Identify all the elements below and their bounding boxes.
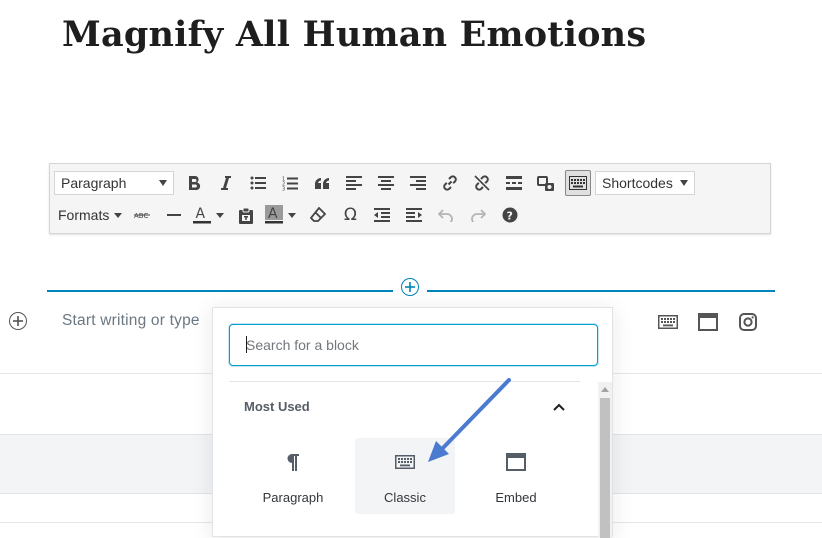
formats-menu[interactable]: Formats [54,200,126,230]
scroll-up-arrow-icon[interactable] [601,387,609,392]
text-cursor [246,336,247,353]
bold-icon[interactable] [178,168,210,198]
remove-link-icon[interactable] [466,168,498,198]
numbered-list-icon[interactable]: 123 [274,168,306,198]
shortcodes-select[interactable]: Shortcodes [595,171,695,195]
svg-text:3: 3 [282,186,285,191]
outdent-icon[interactable] [366,200,398,230]
scrollbar[interactable] [598,382,612,538]
toolbar-row-1: Paragraph 123 Shortcodes [54,168,695,198]
scrollbar-thumb[interactable] [600,398,610,538]
special-character-icon[interactable]: Ω [334,200,366,230]
chevron-down-icon[interactable] [216,212,225,218]
strikethrough-icon[interactable]: ABC [126,200,158,230]
add-block-plus-icon[interactable] [9,312,27,330]
chevron-down-icon [680,180,688,186]
shortcodes-value: Shortcodes [602,175,673,191]
embed-icon [506,451,526,473]
instagram-block-shortcut-icon[interactable] [737,311,759,333]
undo-icon[interactable] [430,200,462,230]
text-color-icon[interactable]: A [190,200,214,230]
block-item-label: Paragraph [262,490,324,505]
read-more-icon[interactable] [498,168,530,198]
most-used-panel-title[interactable]: Most Used [244,399,310,414]
panel-divider [229,381,580,382]
blockquote-icon[interactable] [306,168,338,198]
post-title[interactable]: Magnify All Human Emotions [62,14,646,55]
chevron-down-icon [114,212,123,218]
block-item-label: Classic [384,490,426,505]
align-left-icon[interactable] [338,168,370,198]
insert-link-icon[interactable] [434,168,466,198]
paragraph-format-select[interactable]: Paragraph [54,171,174,195]
horizontal-line-icon[interactable] [158,200,190,230]
help-icon[interactable]: ? [494,200,526,230]
block-item-embed[interactable]: Embed [466,438,566,514]
chevron-down-icon[interactable] [288,212,297,218]
insert-media-icon[interactable] [530,168,562,198]
redo-icon[interactable] [462,200,494,230]
embed-block-shortcut-icon[interactable] [697,311,719,333]
italic-icon[interactable] [210,168,242,198]
indent-icon[interactable] [398,200,430,230]
bullet-list-icon[interactable] [242,168,274,198]
insertion-point-line [47,290,393,292]
paragraph-format-value: Paragraph [61,175,127,191]
insertion-point-line [427,290,775,292]
chevron-down-icon [159,180,167,186]
insert-block-plus-icon[interactable] [401,278,419,296]
align-center-icon[interactable] [370,168,402,198]
toolbar-toggle-icon[interactable] [565,170,591,196]
block-item-classic[interactable]: Classic [355,438,455,514]
formats-menu-label: Formats [58,207,110,223]
svg-text:A: A [196,206,206,222]
background-color-icon[interactable]: A [262,200,286,230]
align-right-icon[interactable] [402,168,434,198]
paragraph-icon [286,451,300,473]
chevron-up-icon[interactable] [549,397,569,417]
block-item-paragraph[interactable]: Paragraph [243,438,343,514]
keyboard-icon [395,451,415,473]
classic-block-shortcut-icon[interactable] [657,311,679,333]
default-block-placeholder[interactable]: Start writing or type [62,312,200,330]
toolbar-row-2: Formats ABC A A Ω ? [54,200,526,230]
paste-as-text-icon[interactable] [230,200,262,230]
svg-text:?: ? [507,210,513,223]
block-inserter-popover: Most Used Paragraph Classic Embed [212,307,613,538]
clear-formatting-icon[interactable] [302,200,334,230]
block-search-input[interactable] [229,324,598,366]
classic-editor-toolbar: Paragraph 123 Shortcodes Formats ABC A A… [49,163,771,234]
svg-text:ABC: ABC [134,212,148,220]
block-item-label: Embed [495,490,537,505]
svg-text:A: A [268,206,278,222]
